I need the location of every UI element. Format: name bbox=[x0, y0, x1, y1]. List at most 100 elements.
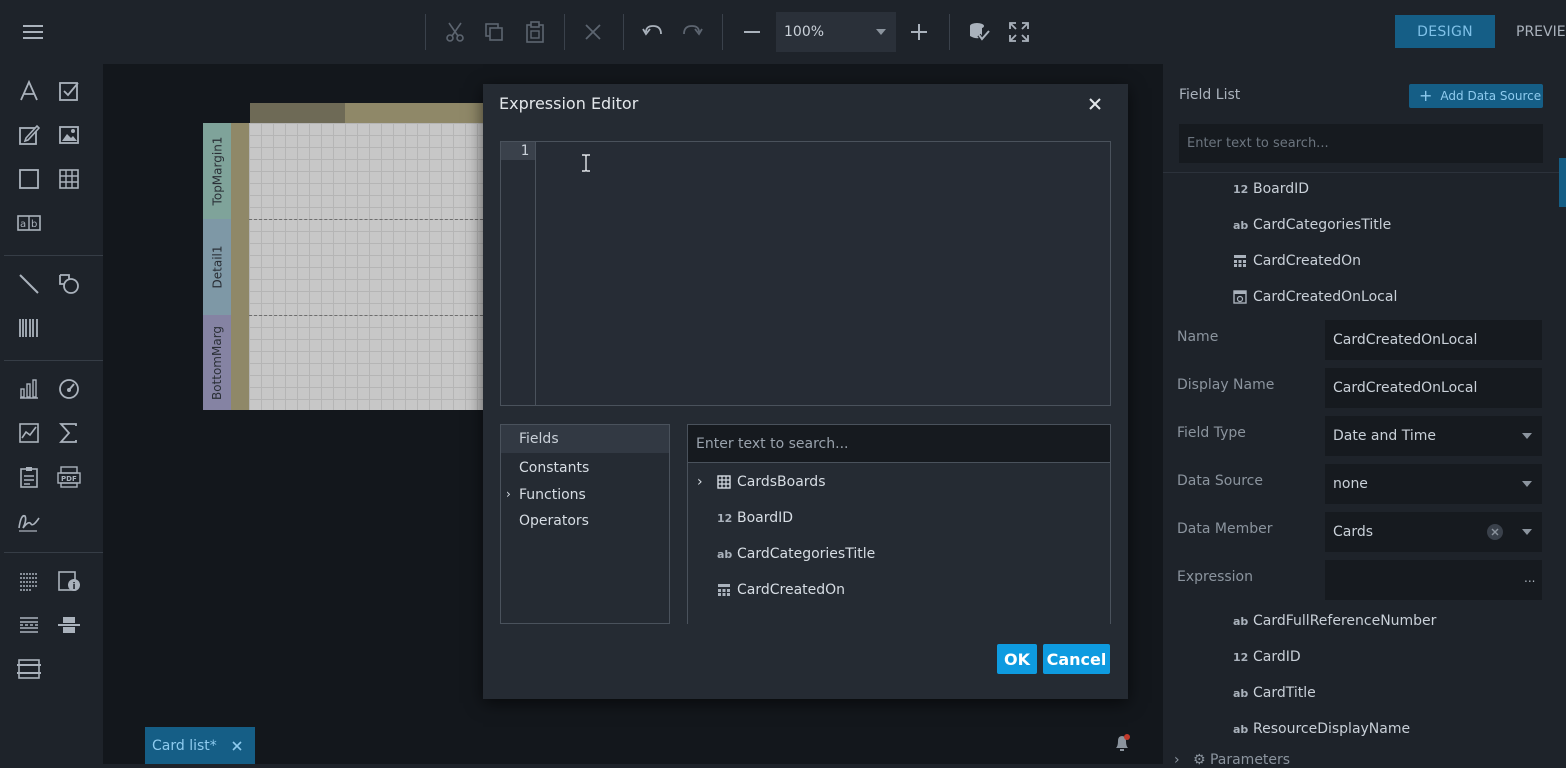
zoom-select[interactable]: 100% bbox=[776, 12, 896, 52]
panel-tool-icon[interactable] bbox=[15, 165, 43, 193]
line-number: 1 bbox=[501, 142, 535, 160]
field-list-item[interactable]: ab CardTitle bbox=[1233, 681, 1316, 705]
clear-icon[interactable] bbox=[1487, 524, 1503, 540]
category-constants[interactable]: Constants bbox=[519, 460, 589, 476]
chart-tool-icon[interactable] bbox=[15, 375, 43, 403]
property-value-field[interactable]: Date and Time bbox=[1325, 416, 1542, 456]
expression-more-button[interactable]: ... bbox=[1524, 571, 1535, 585]
number-type-icon: 12 bbox=[1233, 650, 1249, 664]
picture-tool-icon[interactable] bbox=[55, 121, 83, 149]
checkbox-tool-icon[interactable] bbox=[55, 77, 83, 105]
pdf-content-tool-icon[interactable]: PDF bbox=[55, 463, 83, 491]
dialog-title: Expression Editor bbox=[499, 94, 639, 113]
sparkline-tool-icon[interactable] bbox=[15, 419, 43, 447]
signature-tool-icon[interactable] bbox=[15, 507, 43, 535]
report-page[interactable] bbox=[249, 123, 483, 410]
page-info-tool-icon[interactable] bbox=[15, 567, 43, 595]
string-type-icon: ab bbox=[1233, 218, 1249, 232]
top-toolbar: 100% DESIGN PREVIEW bbox=[0, 0, 1566, 64]
field-list-item[interactable]: 12 CardID bbox=[1233, 645, 1301, 669]
parameters-node[interactable]: › ⚙ Parameters bbox=[1174, 752, 1290, 768]
field-list-item[interactable]: CardCreatedOn bbox=[1233, 249, 1361, 273]
field-list-item[interactable]: ab CardFullReferenceNumber bbox=[1233, 609, 1436, 633]
toc-tool-icon[interactable] bbox=[15, 463, 43, 491]
toolbar-separator bbox=[722, 14, 723, 50]
close-tab-icon[interactable] bbox=[232, 740, 242, 751]
svg-text:b: b bbox=[31, 219, 37, 230]
hamburger-menu-icon[interactable] bbox=[17, 16, 49, 48]
scrollbar-thumb[interactable] bbox=[1559, 158, 1566, 207]
cut-icon[interactable] bbox=[439, 16, 471, 48]
property-label: Field Type bbox=[1177, 425, 1246, 441]
cross-band-line-tool-icon[interactable] bbox=[55, 611, 83, 639]
chevron-right-icon[interactable]: › bbox=[506, 487, 511, 501]
cross-band-box-tool-icon[interactable] bbox=[15, 655, 43, 683]
property-value-field[interactable]: CardCreatedOnLocal bbox=[1325, 320, 1542, 360]
close-icon[interactable] bbox=[1086, 95, 1104, 113]
field-list-item[interactable]: 12 BoardID bbox=[1233, 177, 1309, 201]
ok-button[interactable]: OK bbox=[997, 644, 1037, 674]
expression-code-editor[interactable] bbox=[500, 141, 1111, 406]
table-icon bbox=[717, 475, 737, 489]
number-type-icon: 12 bbox=[1233, 182, 1249, 196]
zoom-in-icon[interactable] bbox=[903, 16, 935, 48]
delete-icon[interactable] bbox=[577, 16, 609, 48]
toolbar-separator bbox=[949, 14, 950, 50]
field-list-search-input[interactable]: Enter text to search... bbox=[1179, 124, 1543, 163]
field-name: BoardID bbox=[737, 510, 794, 526]
band-detail[interactable]: Detail1 bbox=[203, 219, 231, 315]
preview-tab[interactable]: PREVIEW bbox=[1516, 15, 1566, 48]
undo-icon[interactable] bbox=[637, 16, 669, 48]
chevron-down-icon[interactable] bbox=[1522, 433, 1532, 439]
toolbox-separator bbox=[4, 255, 103, 256]
page-break-tool-icon[interactable] bbox=[15, 611, 43, 639]
field-list-item[interactable]: ab ResourceDisplayName bbox=[1233, 717, 1410, 741]
chevron-down-icon[interactable] bbox=[1522, 481, 1532, 487]
expression-field-item[interactable]: CardCreatedOn bbox=[717, 579, 845, 601]
line-tool-icon[interactable] bbox=[15, 270, 43, 298]
paste-icon[interactable] bbox=[519, 16, 551, 48]
expression-field-item[interactable]: CardsBoards bbox=[717, 471, 825, 493]
property-value-field[interactable] bbox=[1325, 560, 1542, 600]
field-name: CardTitle bbox=[1253, 685, 1316, 701]
validate-bindings-icon[interactable] bbox=[963, 16, 995, 48]
category-fields[interactable]: Fields bbox=[519, 431, 559, 447]
string-type-icon: ab bbox=[1233, 686, 1249, 700]
property-value-field[interactable]: none bbox=[1325, 464, 1542, 504]
barcode-tool-icon[interactable] bbox=[15, 314, 43, 342]
document-tab[interactable]: Card list* bbox=[145, 727, 255, 764]
property-value-field[interactable]: Cards bbox=[1325, 512, 1542, 552]
toolbar-separator bbox=[564, 14, 565, 50]
zoom-out-icon[interactable] bbox=[736, 16, 768, 48]
richtext-tool-icon[interactable] bbox=[15, 121, 43, 149]
subreport-tool-icon[interactable]: i bbox=[55, 567, 83, 595]
band-topmargin[interactable]: TopMargin1 bbox=[203, 123, 231, 219]
chevron-right-icon[interactable]: › bbox=[697, 474, 703, 490]
expression-field-item[interactable]: 12 BoardID bbox=[717, 507, 793, 529]
category-functions[interactable]: Functions bbox=[519, 487, 586, 503]
copy-icon[interactable] bbox=[478, 16, 510, 48]
bell-icon[interactable] bbox=[1113, 733, 1131, 753]
label-tool-icon[interactable] bbox=[15, 77, 43, 105]
expression-field-item[interactable]: ab CardCategoriesTitle bbox=[717, 543, 875, 565]
property-value-field[interactable]: CardCreatedOnLocal bbox=[1325, 368, 1542, 408]
redo-icon[interactable] bbox=[676, 16, 708, 48]
cancel-button[interactable]: Cancel bbox=[1043, 644, 1110, 674]
svg-text:a: a bbox=[20, 219, 26, 230]
category-operators[interactable]: Operators bbox=[519, 513, 589, 529]
design-tab[interactable]: DESIGN bbox=[1395, 15, 1495, 48]
fullscreen-icon[interactable] bbox=[1003, 16, 1035, 48]
fields-search-input[interactable]: Enter text to search... bbox=[688, 425, 1110, 463]
field-list-title: Field List bbox=[1179, 87, 1241, 103]
character-comb-tool-icon[interactable]: ab bbox=[15, 209, 43, 237]
band-bottommargin[interactable]: BottomMarg bbox=[203, 315, 231, 410]
shape-tool-icon[interactable] bbox=[55, 270, 83, 298]
add-data-source-button[interactable]: + Add Data Source bbox=[1409, 84, 1543, 108]
editor-gutter bbox=[501, 142, 536, 405]
summary-tool-icon[interactable] bbox=[55, 419, 83, 447]
table-tool-icon[interactable] bbox=[55, 165, 83, 193]
gauge-tool-icon[interactable] bbox=[55, 375, 83, 403]
field-list-item[interactable]: ab CardCategoriesTitle bbox=[1233, 213, 1391, 237]
field-list-item[interactable]: CardCreatedOnLocal bbox=[1233, 285, 1397, 309]
chevron-down-icon[interactable] bbox=[1522, 529, 1532, 535]
